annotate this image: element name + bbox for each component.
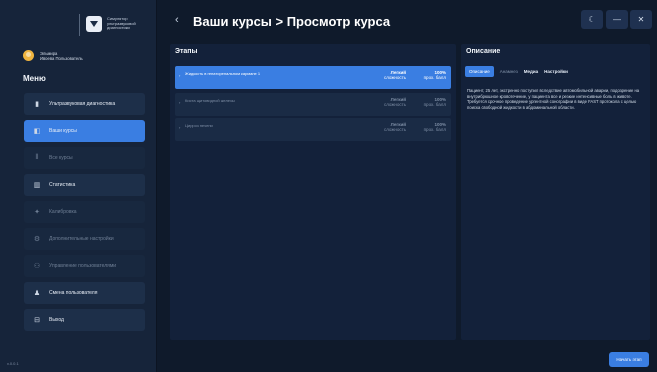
sidebar-item-label: Выход — [49, 317, 64, 323]
sidebar-item-statistics[interactable]: ▥ Статистика — [24, 174, 145, 196]
stage-difficulty-label: сложность — [383, 127, 406, 132]
brand-text: Симулятор ультразвуковой диагностики — [107, 16, 136, 31]
app-logo-icon — [86, 16, 102, 32]
chevron-right-icon: › — [179, 100, 181, 105]
stage-score-label: прох. балл — [423, 75, 446, 80]
stage-row[interactable]: › Жидкость в гепаторенальном кармане 1 Л… — [175, 66, 451, 89]
sidebar-item-switch-user[interactable]: ♟ Смена пользователя — [24, 282, 145, 304]
description-title: Описание — [466, 48, 501, 55]
stage-score-label: прох. балл — [423, 102, 446, 107]
sidebar-item-label: Смена пользователя — [49, 290, 98, 296]
user-name: Эльмира Ивоева Пользователь — [40, 51, 83, 61]
stage-row[interactable]: › Киста щитовидной железы Легкий сложнос… — [175, 93, 451, 116]
user-card: Эльмира Ивоева Пользователь — [23, 50, 83, 61]
sidebar-item-label: Статистика — [49, 182, 76, 188]
stage-difficulty: Легкий сложность — [384, 97, 406, 107]
menu-title: Меню — [23, 74, 46, 83]
sidebar-item-label: Ваши курсы — [49, 128, 77, 134]
gear-icon: ⚙ — [33, 236, 41, 243]
calibration-icon: ✦ — [34, 209, 40, 216]
stage-difficulty: Легкий сложность — [384, 70, 406, 80]
device-icon: ▮ — [35, 101, 39, 108]
sidebar-item-calibration[interactable]: ✦ Калибровка — [24, 201, 145, 223]
stages-title: Этапы — [175, 48, 198, 55]
sidebar-item-label: Управление пользователями — [49, 263, 117, 269]
chevron-right-icon: › — [179, 73, 181, 78]
stage-name: Цирроз печени — [185, 123, 213, 128]
stage-row[interactable]: › Цирроз печени Легкий сложность 100% пр… — [175, 118, 451, 141]
user-last-name: Ивоева Пользователь — [40, 55, 83, 61]
stage-score-label: прох. балл — [423, 127, 446, 132]
users-icon: ⚇ — [33, 263, 41, 270]
library-icon: ⫴ — [35, 154, 39, 161]
sidebar-item-my-courses[interactable]: ◧ Ваши курсы — [24, 120, 145, 142]
close-icon: ✕ — [637, 15, 645, 24]
book-icon: ◧ — [33, 128, 41, 135]
description-text: Пациент, 25 лет, экстренно поступил всле… — [467, 88, 640, 110]
sidebar-menu: ▮ Ультразвуковая диагностика ◧ Ваши курс… — [24, 93, 145, 336]
minimize-button[interactable]: — — [606, 10, 628, 29]
stage-score: 100% прох. балл — [424, 97, 446, 107]
stage-score: 100% прох. балл — [424, 122, 446, 132]
sidebar-item-label: Дополнительные настройки — [49, 236, 114, 242]
stats-icon: ▥ — [33, 182, 41, 189]
chevron-right-icon: › — [179, 125, 181, 130]
avatar — [23, 50, 34, 61]
user-switch-icon: ♟ — [33, 290, 41, 297]
start-stage-button[interactable]: Начать этап — [609, 352, 649, 367]
close-button[interactable]: ✕ — [630, 10, 652, 29]
minimize-icon: — — [613, 15, 621, 24]
stage-difficulty: Легкий сложность — [384, 122, 406, 132]
sidebar-item-settings[interactable]: ⚙ Дополнительные настройки — [24, 228, 145, 250]
tab-anamnesis[interactable]: Анамнез — [500, 66, 518, 77]
stage-name: Жидкость в гепаторенальном кармане 1 — [185, 71, 261, 76]
back-chevron-icon[interactable]: ‹ — [175, 14, 187, 26]
sidebar-item-label: Калибровка — [49, 209, 77, 215]
tab-media[interactable]: Медиа — [524, 66, 538, 77]
sidebar-item-ultrasound[interactable]: ▮ Ультразвуковая диагностика — [24, 93, 145, 115]
brand: Симулятор ультразвуковой диагностики — [80, 13, 150, 35]
tab-settings[interactable]: Настройки — [544, 66, 568, 77]
sidebar-item-user-management[interactable]: ⚇ Управление пользователями — [24, 255, 145, 277]
stage-difficulty-label: сложность — [383, 102, 406, 107]
app-version: v.0.0.1 — [7, 361, 19, 366]
description-tabs: Описание Анамнез Медиа Настройки — [465, 66, 574, 77]
stage-difficulty-label: сложность — [383, 75, 406, 80]
stage-name: Киста щитовидной железы — [185, 98, 235, 103]
exit-icon: ⊟ — [34, 317, 40, 324]
sidebar-item-label: Ультразвуковая диагностика — [49, 101, 116, 107]
sidebar-item-all-courses[interactable]: ⫴ Все курсы — [24, 147, 145, 169]
sidebar-item-label: Все курсы — [49, 155, 73, 161]
stage-score: 100% прох. балл — [424, 70, 446, 80]
sidebar-item-exit[interactable]: ⊟ Выход — [24, 309, 145, 331]
theme-toggle-button[interactable]: ☾ — [581, 10, 603, 29]
tab-description[interactable]: Описание — [465, 66, 494, 77]
moon-icon: ☾ — [588, 15, 596, 24]
page-title: Ваши курсы > Просмотр курса — [193, 14, 391, 29]
